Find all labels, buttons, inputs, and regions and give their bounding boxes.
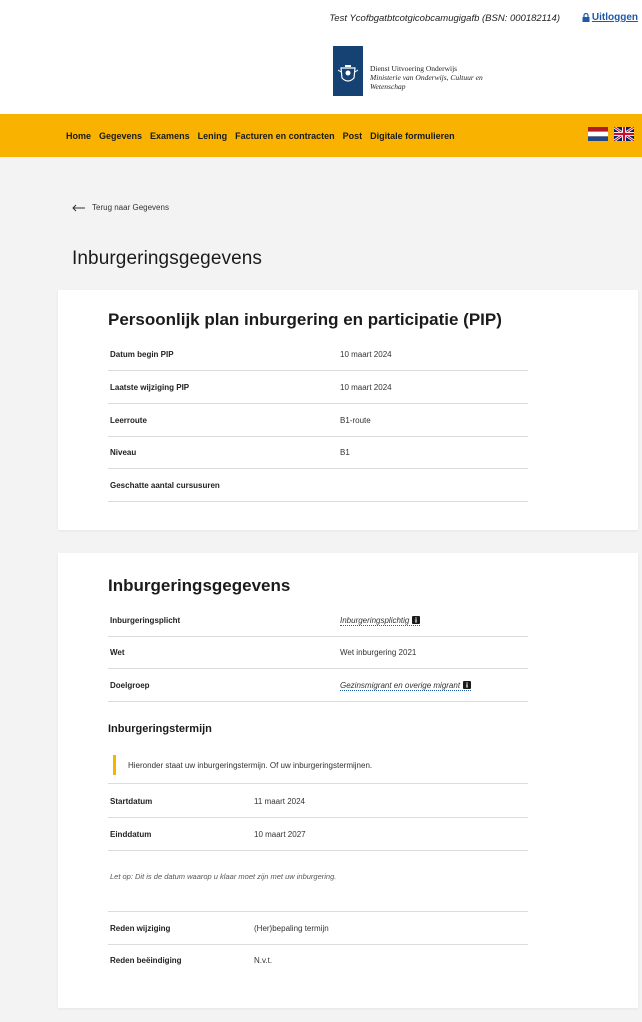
row-label: Datum begin PIP xyxy=(110,350,174,359)
row-value-link[interactable]: Gezinsmigrant en overige migrant xyxy=(340,681,472,691)
row-value: 10 maart 2027 xyxy=(254,830,306,839)
row-label: Inburgeringsplicht xyxy=(110,616,181,625)
nav-item-gegevens[interactable]: Gegevens xyxy=(99,131,142,141)
nav-item-home[interactable]: Home xyxy=(66,131,91,141)
coat-of-arms-icon xyxy=(337,65,359,82)
reden-row: Reden wijziging (Her)bepaling termijn xyxy=(108,911,528,945)
row-value: 11 maart 2024 xyxy=(254,797,305,806)
logout-label[interactable]: Uitloggen xyxy=(592,12,638,23)
logout-link[interactable]: Uitloggen xyxy=(582,12,638,23)
dutch-flag-icon[interactable] xyxy=(588,127,608,141)
page-title: Inburgeringsgegevens xyxy=(72,248,263,269)
lock-icon xyxy=(582,13,590,22)
user-info: Test Ycofbgatbtcotgicobcamugigafb (BSN: … xyxy=(329,13,560,24)
row-label: Reden wijziging xyxy=(110,924,171,933)
row-label: Einddatum xyxy=(110,830,152,839)
info-icon[interactable] xyxy=(463,681,472,689)
back-link-label[interactable]: Terug naar Gegevens xyxy=(92,203,169,212)
row-label: Startdatum xyxy=(110,797,153,806)
notice-text: Hieronder staat uw inburgeringstermijn. … xyxy=(128,761,373,770)
nav-item-lening[interactable]: Lening xyxy=(198,131,228,141)
row-label: Geschatte aantal cursusuren xyxy=(110,481,220,490)
doelgroep-value[interactable]: Gezinsmigrant en overige migrant xyxy=(340,681,460,690)
termijn-notice: Hieronder staat uw inburgeringstermijn. … xyxy=(108,749,528,784)
inburgering-row: Doelgroep Gezinsmigrant en overige migra… xyxy=(108,669,528,702)
top-bar: Test Ycofbgatbtcotgicobcamugigafb (BSN: … xyxy=(0,0,642,38)
inburgering-title: Inburgeringsgegevens xyxy=(108,576,291,595)
row-value: Wet inburgering 2021 xyxy=(340,648,417,657)
reden-row: Reden beëindiging N.v.t. xyxy=(108,944,528,976)
nav-item-formulieren[interactable]: Digitale formulieren xyxy=(370,131,455,141)
row-label: Laatste wijziging PIP xyxy=(110,383,190,392)
site-header: Dienst Uitvoering Onderwijs Ministerie v… xyxy=(0,38,642,114)
pip-row: Datum begin PIP 10 maart 2024 xyxy=(108,338,528,371)
pip-card: Persoonlijk plan inburgering en particip… xyxy=(58,290,638,530)
row-value: 10 maart 2024 xyxy=(340,383,392,392)
row-value: N.v.t. xyxy=(254,956,273,965)
termijn-row: Einddatum 10 maart 2027 xyxy=(108,818,528,851)
nav-item-post[interactable]: Post xyxy=(343,131,363,141)
pip-row: Leerroute B1-route xyxy=(108,404,528,437)
termijn-row: Startdatum 11 maart 2024 xyxy=(108,785,528,818)
row-label: Wet xyxy=(110,648,125,657)
row-label: Leerroute xyxy=(110,416,147,425)
pip-row: Laatste wijziging PIP 10 maart 2024 xyxy=(108,371,528,404)
nav-item-facturen[interactable]: Facturen en contracten xyxy=(235,131,335,141)
row-label: Reden beëindiging xyxy=(110,956,182,965)
inburgering-row: Inburgeringsplicht Inburgeringsplichtig xyxy=(108,604,528,637)
ministry-line-2: Wetenschap xyxy=(370,82,406,91)
inburgering-row: Wet Wet inburgering 2021 xyxy=(108,636,528,669)
pip-row: Niveau B1 xyxy=(108,436,528,469)
inburgeringsplicht-value[interactable]: Inburgeringsplichtig xyxy=(340,616,409,625)
uk-flag-icon[interactable] xyxy=(614,127,634,141)
org-name: Dienst Uitvoering Onderwijs xyxy=(370,64,458,73)
arrow-left-icon xyxy=(72,204,85,211)
row-value: (Her)bepaling termijn xyxy=(254,924,329,933)
main-nav: Home Gegevens Examens Lening Facturen en… xyxy=(0,114,642,157)
termijn-note: Let op: Dit is de datum waarop u klaar m… xyxy=(110,872,337,881)
row-value: B1 xyxy=(340,448,350,457)
inburgering-card: Inburgeringsgegevens Inburgeringsplicht … xyxy=(58,553,638,1008)
row-value: 10 maart 2024 xyxy=(340,350,392,359)
termijn-title: Inburgeringstermijn xyxy=(108,723,212,735)
row-label: Doelgroep xyxy=(110,681,150,690)
info-icon[interactable] xyxy=(412,616,421,624)
row-value: B1-route xyxy=(340,416,371,425)
back-link[interactable]: Terug naar Gegevens xyxy=(72,203,169,212)
logo-text: Dienst Uitvoering Onderwijs Ministerie v… xyxy=(370,64,483,91)
row-label: Niveau xyxy=(110,448,137,457)
row-value-link[interactable]: Inburgeringsplichtig xyxy=(340,616,421,626)
nav-item-examens[interactable]: Examens xyxy=(150,131,190,141)
rijksoverheid-logo[interactable] xyxy=(333,46,363,96)
pip-title: Persoonlijk plan inburgering en particip… xyxy=(108,310,502,329)
ministry-line-1: Ministerie van Onderwijs, Cultuur en xyxy=(370,73,483,82)
notice-accent-bar xyxy=(113,755,116,775)
pip-row: Geschatte aantal cursusuren xyxy=(108,469,528,502)
